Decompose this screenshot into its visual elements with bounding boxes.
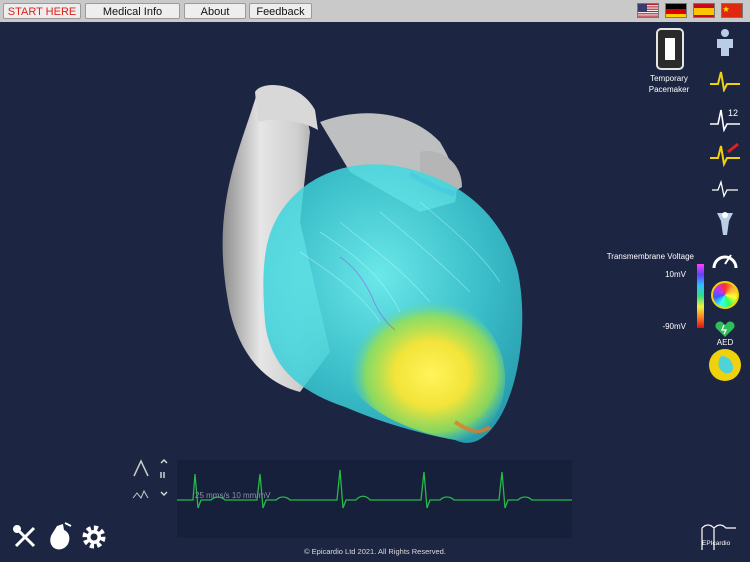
feedback-button[interactable]: Feedback (249, 3, 312, 19)
voltage-title: Transmembrane Voltage (606, 252, 694, 261)
ecg-scale-label: 25 mms/s 10 mm/mV (195, 491, 271, 500)
small-ecg-icon[interactable] (708, 174, 742, 204)
ecg-rhythm-icon[interactable] (708, 66, 742, 96)
de-flag-icon[interactable] (665, 3, 687, 18)
brand-label: EPIcardio (702, 540, 731, 547)
aed-label: AED (716, 338, 734, 347)
catheter-icon[interactable] (708, 208, 742, 238)
pacemaker-label-line2: Pacemaker (648, 85, 690, 94)
medical-info-button[interactable]: Medical Info (85, 3, 180, 19)
lead-angle-icon[interactable] (132, 458, 178, 506)
pacemaker-label-line1: Temporary (650, 74, 688, 83)
lead-selector[interactable] (132, 458, 178, 511)
voltage-colorbar (697, 264, 704, 328)
pacemaker-device-icon[interactable] (656, 28, 684, 70)
color-wheel-icon[interactable] (708, 280, 742, 310)
speedometer-icon[interactable] (708, 244, 742, 274)
top-toolbar: START HERE Medical Info About Feedback (0, 0, 750, 22)
svg-text:12: 12 (728, 108, 738, 118)
twelve-lead-ecg-icon[interactable]: 12 (708, 104, 742, 134)
cn-flag-icon[interactable] (721, 3, 743, 18)
es-flag-icon[interactable] (693, 3, 715, 18)
start-here-button[interactable]: START HERE (3, 3, 81, 19)
pacemaker-label: Temporary Pacemaker (640, 73, 698, 95)
heart-3d-model[interactable] (0, 22, 640, 452)
heart-view-selected-icon[interactable] (708, 348, 742, 382)
about-button[interactable]: About (184, 3, 246, 19)
epicardio-logo: EPIcardio (700, 522, 738, 552)
copyright-footer: © Epicardio Ltd 2021. All Rights Reserve… (304, 547, 446, 556)
heart-viewport[interactable]: 25 mms/s 10 mm/mV © Epicardio Ltd 2021. … (0, 22, 750, 562)
us-flag-icon[interactable] (637, 3, 659, 18)
voltage-max-label: 10mV (665, 270, 686, 279)
body-anatomy-icon[interactable] (708, 27, 742, 57)
ecg-pacing-icon[interactable] (708, 140, 742, 170)
voltage-min-label: -90mV (662, 322, 686, 331)
